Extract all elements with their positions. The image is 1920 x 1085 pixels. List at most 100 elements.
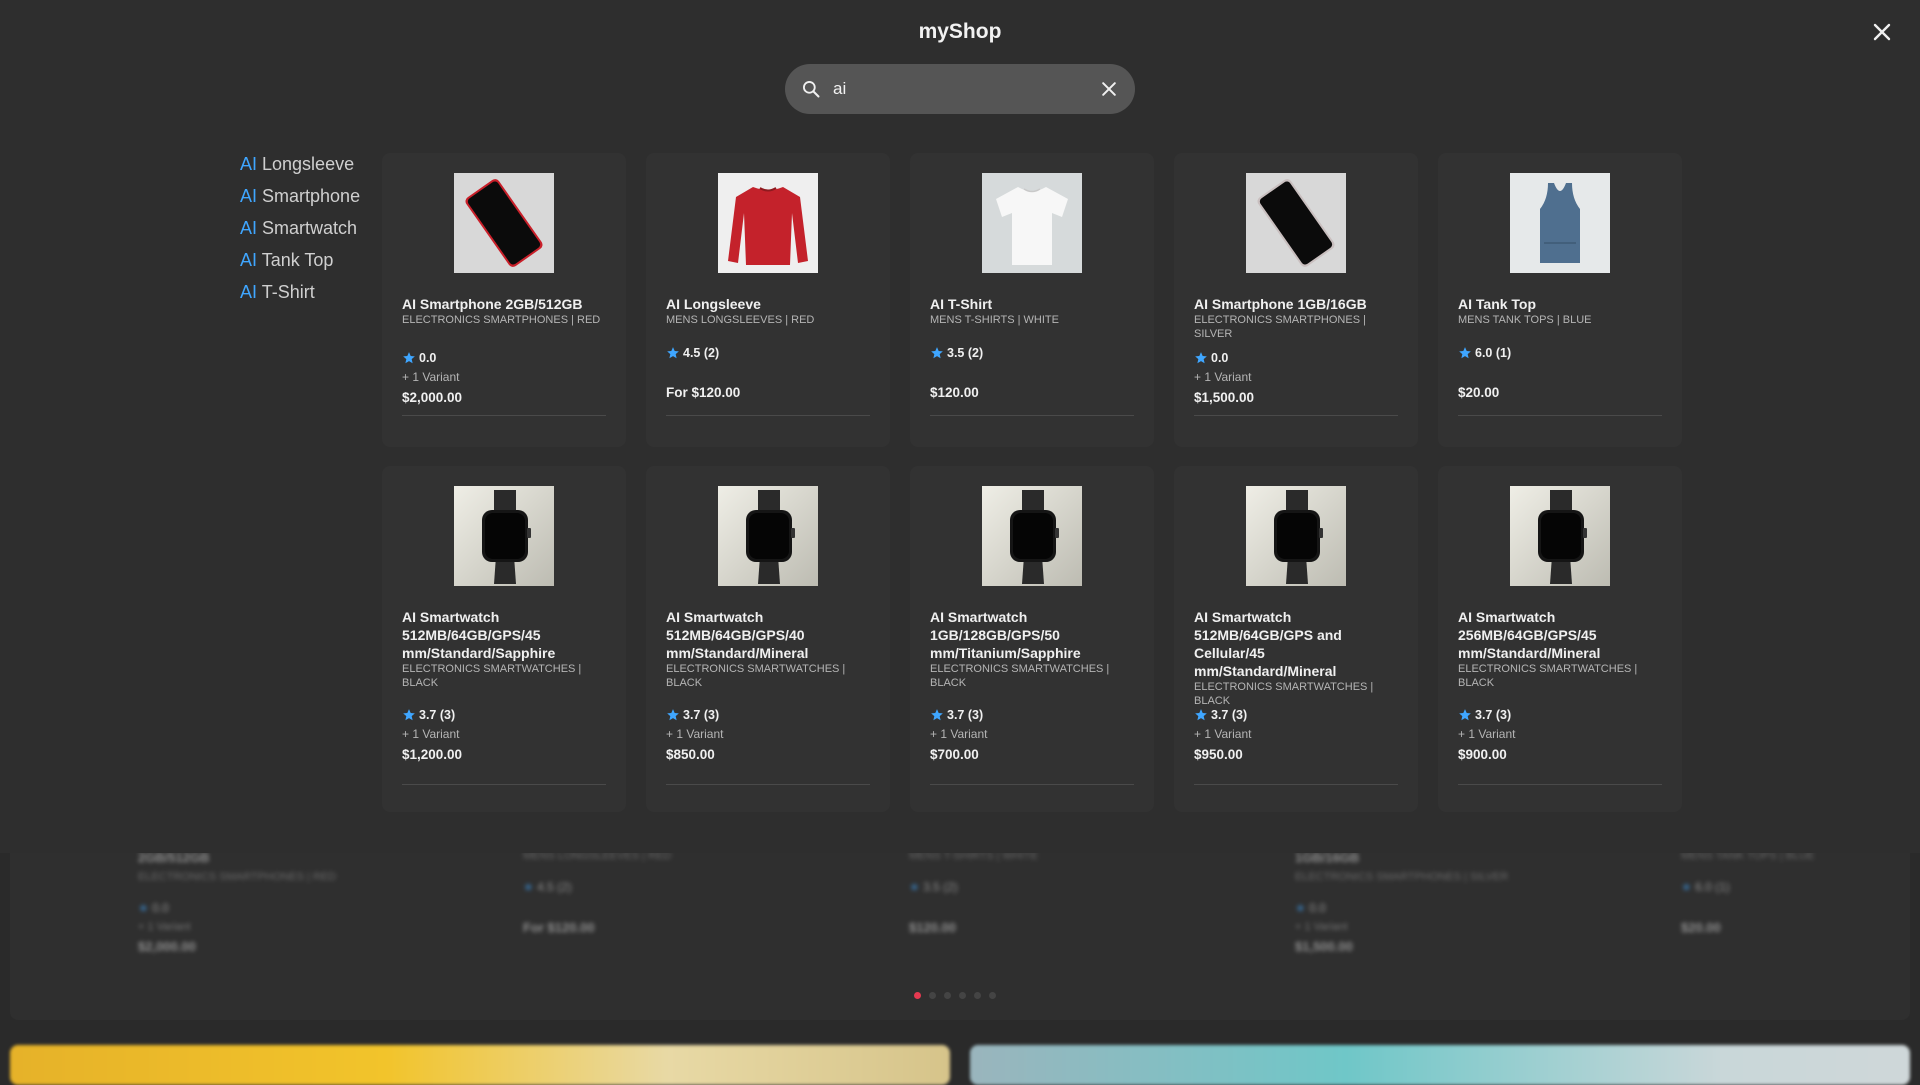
star-icon: ★ (909, 880, 920, 894)
product-price: $950.00 (1194, 747, 1243, 762)
product-name[interactable]: AI Smartwatch 512MB/64GB/GPS/45 mm/Stand… (402, 608, 606, 662)
rating-value: 4.5 (2) (683, 346, 720, 360)
background-rating-value: 4.5 (2) (537, 880, 572, 894)
carousel-dot[interactable] (914, 992, 921, 999)
background-product-price: $120.00 (909, 920, 956, 935)
product-card[interactable]: AI Smartwatch 512MB/64GB/GPS/45 mm/Stand… (382, 466, 626, 812)
suggestion-match: AI (240, 218, 258, 238)
product-image[interactable] (982, 486, 1082, 586)
product-card[interactable]: AI Smartwatch 512MB/64GB/GPS and Cellula… (1174, 466, 1418, 812)
product-price: $1,200.00 (402, 747, 463, 762)
product-image[interactable] (1246, 486, 1346, 586)
star-icon (931, 347, 943, 359)
product-name[interactable]: AI T-Shirt (930, 295, 1134, 313)
product-category: MENS T-SHIRTS | WHITE (930, 314, 1059, 326)
product-name[interactable]: AI Smartwatch 512MB/64GB/GPS and Cellula… (1194, 608, 1398, 680)
product-name[interactable]: AI Smartwatch 1GB/128GB/GPS/50 mm/Titani… (930, 608, 1134, 662)
product-name[interactable]: AI Longsleeve (666, 295, 870, 313)
product-rating: 6.0 (1) (1458, 346, 1662, 360)
product-image[interactable] (718, 173, 818, 273)
rating-value: 3.5 (2) (947, 346, 984, 360)
suggestion-match: AI (240, 282, 258, 302)
suggestion-match: AI (240, 186, 258, 206)
star-icon (403, 709, 415, 721)
search-input[interactable] (833, 79, 1099, 99)
suggestion-item[interactable]: AI Smartwatch (240, 216, 380, 248)
background-product-card: 2GB/512GB ELECTRONICS SMARTPHONES | RED ★ … (138, 850, 438, 990)
product-rating: 3.7 (3) (666, 708, 870, 722)
card-divider (666, 415, 870, 416)
product-rating: 3.5 (2) (930, 346, 1134, 360)
suggestion-list: AI Longsleeve AI Smartphone AI Smartwatch A… (240, 152, 380, 312)
product-price: $2,000.00 (402, 390, 463, 405)
product-image[interactable] (454, 173, 554, 273)
product-category: ELECTRONICS SMARTWATCHES | BLACK (402, 663, 582, 689)
search-overlay: myShop AI LongsleeveAI SmartphoneAI Smar… (0, 0, 1920, 853)
promo-banner[interactable] (10, 1045, 950, 1085)
suggestion-item[interactable]: AI Tank Top (240, 248, 380, 280)
rating-value: 3.7 (3) (683, 708, 720, 722)
background-product-card: MENS LONGSLEEVES | RED ★ 4.5 (2) For $120.… (523, 850, 823, 990)
carousel-dot[interactable] (989, 992, 996, 999)
product-card[interactable]: AI Smartwatch 1GB/128GB/GPS/50 mm/Titani… (910, 466, 1154, 812)
card-divider (1458, 415, 1662, 416)
carousel-dot[interactable] (944, 992, 951, 999)
product-name[interactable]: AI Tank Top (1458, 295, 1662, 313)
clear-search-icon[interactable] (1099, 79, 1119, 99)
product-name[interactable]: AI Smartwatch 512MB/64GB/GPS/40 mm/Stand… (666, 608, 870, 662)
card-divider (1194, 784, 1398, 785)
product-name[interactable]: AI Smartphone 2GB/512GB (402, 295, 606, 313)
product-image[interactable] (718, 486, 818, 586)
carousel-dot[interactable] (974, 992, 981, 999)
search-icon (803, 81, 820, 98)
star-icon (1195, 709, 1207, 721)
product-image[interactable] (982, 173, 1082, 273)
product-rating: 0.0 (402, 351, 606, 365)
carousel-dots (914, 992, 996, 999)
product-image[interactable] (1246, 173, 1346, 273)
product-name[interactable]: AI Smartphone 1GB/16GB (1194, 295, 1398, 313)
variant-count: + 1 Variant (402, 727, 460, 741)
card-divider (402, 415, 606, 416)
carousel-dot[interactable] (959, 992, 966, 999)
product-category: ELECTRONICS SMARTWATCHES | BLACK (1458, 663, 1638, 689)
product-card[interactable]: AI Tank Top MENS TANK TOPS | BLUE 6.0 (1) $… (1438, 153, 1682, 447)
product-card[interactable]: AI Longsleeve MENS LONGSLEEVES | RED 4.5 (… (646, 153, 890, 447)
close-overlay-button[interactable] (1870, 20, 1894, 44)
product-card[interactable]: AI Smartwatch 256MB/64GB/GPS/45 mm/Stand… (1438, 466, 1682, 812)
card-divider (1458, 784, 1662, 785)
card-divider (402, 784, 606, 785)
carousel-dot[interactable] (929, 992, 936, 999)
background-rating-value: 0.0 (152, 901, 169, 915)
product-image[interactable] (1510, 173, 1610, 273)
star-icon: ★ (138, 901, 149, 915)
background-product-variant: + 1 Variant (138, 921, 191, 933)
product-name[interactable]: AI Smartwatch 256MB/64GB/GPS/45 mm/Stand… (1458, 608, 1662, 662)
variant-count: + 1 Variant (1194, 727, 1252, 741)
suggestion-item[interactable]: AI T-Shirt (240, 280, 380, 312)
background-product-card: MENS T-SHIRTS | WHITE ★ 3.5 (2) $120.00 (909, 850, 1209, 990)
product-card[interactable]: AI Smartphone 1GB/16GB ELECTRONICS SMARTP… (1174, 153, 1418, 447)
background-product-price: $2,000.00 (138, 939, 196, 954)
product-card[interactable]: AI Smartwatch 512MB/64GB/GPS/40 mm/Stand… (646, 466, 890, 812)
background-product-variant (909, 900, 1209, 914)
product-image[interactable] (454, 486, 554, 586)
product-price: $900.00 (1458, 747, 1507, 762)
product-card[interactable]: AI Smartphone 2GB/512GB ELECTRONICS SMART… (382, 153, 626, 447)
product-category: MENS LONGSLEEVES | RED (666, 314, 815, 326)
product-price: $1,500.00 (1194, 390, 1255, 405)
suggestion-item[interactable]: AI Smartphone (240, 184, 380, 216)
star-icon (1195, 352, 1207, 364)
background-product-price: For $120.00 (523, 920, 595, 935)
background-product-rating: ★ 0.0 (1295, 901, 1595, 915)
suggestion-rest: Longsleeve (257, 154, 355, 174)
product-card[interactable]: AI T-Shirt MENS T-SHIRTS | WHITE 3.5 (2) $1… (910, 153, 1154, 447)
suggestion-item[interactable]: AI Longsleeve (240, 152, 380, 184)
promo-banner[interactable] (970, 1045, 1910, 1085)
suggestion-rest: Smartphone (257, 186, 361, 206)
variant-count: + 1 Variant (666, 727, 724, 741)
product-category: ELECTRONICS SMARTPHONES | RED (402, 314, 601, 326)
star-icon (667, 709, 679, 721)
product-image[interactable] (1510, 486, 1610, 586)
background-product-card: MENS TANK TOPS | BLUE ★ 6.0 (1) $20.00 (1681, 850, 1920, 990)
